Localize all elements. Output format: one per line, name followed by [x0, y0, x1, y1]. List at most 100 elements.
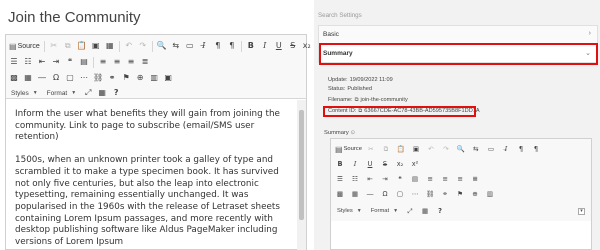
align-right-icon[interactable]: ≡: [126, 56, 136, 68]
maximize-icon[interactable]: ⤢: [405, 205, 415, 217]
globe-icon[interactable]: ⊕: [135, 72, 145, 84]
link-icon[interactable]: ⛓: [93, 72, 103, 84]
copy-icon[interactable]: ⧉: [63, 40, 73, 52]
align-right-icon[interactable]: ≡: [455, 173, 465, 185]
strikethrough-icon[interactable]: S: [380, 158, 390, 170]
template-icon[interactable]: ▥: [485, 188, 495, 200]
copy-icon[interactable]: ⧉: [381, 143, 391, 155]
rtl-icon[interactable]: ¶: [227, 40, 237, 52]
maximize-icon[interactable]: ⤢: [83, 87, 93, 99]
find-icon[interactable]: 🔍: [456, 143, 466, 155]
redo-icon[interactable]: ↷: [138, 40, 148, 52]
scrollbar-thumb[interactable]: [299, 110, 304, 220]
help-button[interactable]: ?: [111, 87, 121, 99]
blockquote-icon[interactable]: ❝: [65, 56, 75, 68]
format-dropdown[interactable]: Format ▼: [369, 206, 400, 217]
cut-icon[interactable]: ✂: [366, 143, 376, 155]
table-icon[interactable]: ▦: [23, 72, 33, 84]
styles-dropdown[interactable]: Styles ▼: [335, 206, 364, 217]
link-icon[interactable]: ⧉: [355, 97, 359, 103]
ltr-icon[interactable]: ¶: [516, 143, 526, 155]
align-justify-icon[interactable]: ≣: [140, 56, 150, 68]
redo-icon[interactable]: ↷: [441, 143, 451, 155]
italic-icon[interactable]: I: [260, 40, 270, 52]
indent-icon[interactable]: ⇥: [380, 173, 390, 185]
align-center-icon[interactable]: ≡: [440, 173, 450, 185]
summary-section-header[interactable]: Summary ⌄: [318, 44, 598, 63]
basic-section-header[interactable]: Basic ›: [318, 25, 598, 44]
remove-format-icon[interactable]: I̶: [501, 143, 511, 155]
paste-text-icon[interactable]: ▣: [411, 143, 421, 155]
paste-icon[interactable]: 📋: [77, 40, 87, 52]
template-icon[interactable]: ▥: [149, 72, 159, 84]
bold-icon[interactable]: B: [246, 40, 256, 52]
show-blocks-icon[interactable]: ▦: [97, 87, 107, 99]
editor-scrollbar[interactable]: [297, 100, 306, 250]
horizontal-line-icon[interactable]: ―: [37, 72, 47, 84]
replace-icon[interactable]: ⇆: [171, 40, 181, 52]
styles-dropdown[interactable]: Styles ▼: [9, 88, 40, 99]
search-settings-input[interactable]: Search Settings: [318, 12, 596, 19]
globe-icon[interactable]: ⊕: [470, 188, 480, 200]
align-center-icon[interactable]: ≡: [112, 56, 122, 68]
help-circle-icon[interactable]: ⊙: [350, 130, 355, 136]
bulleted-list-icon[interactable]: ☷: [23, 56, 33, 68]
indent-icon[interactable]: ⇥: [51, 56, 61, 68]
cut-icon[interactable]: ✂: [49, 40, 59, 52]
strikethrough-icon[interactable]: S: [288, 40, 298, 52]
align-left-icon[interactable]: ≡: [425, 173, 435, 185]
expand-toolbar-button[interactable]: ▾: [578, 208, 585, 215]
show-blocks-icon[interactable]: ▦: [420, 205, 430, 217]
copy-icon[interactable]: ⧉: [358, 108, 362, 114]
select-all-icon[interactable]: ▭: [486, 143, 496, 155]
page-break-icon[interactable]: ⋯: [410, 188, 420, 200]
anchor-icon[interactable]: ⚑: [455, 188, 465, 200]
editor-content[interactable]: Inform the user what benefits they will …: [6, 100, 296, 250]
superscript-icon[interactable]: x²: [410, 158, 420, 170]
bulleted-list-icon[interactable]: ☷: [350, 173, 360, 185]
table-icon[interactable]: ▦: [350, 188, 360, 200]
iframe-icon[interactable]: ▢: [65, 72, 75, 84]
paste-word-icon[interactable]: ▦: [105, 40, 115, 52]
outdent-icon[interactable]: ⇤: [37, 56, 47, 68]
subscript-icon[interactable]: x₂: [302, 40, 312, 52]
image-icon[interactable]: ▩: [335, 188, 345, 200]
special-char-icon[interactable]: Ω: [380, 188, 390, 200]
bold-icon[interactable]: B: [335, 158, 345, 170]
underline-icon[interactable]: U: [274, 40, 284, 52]
rtl-icon[interactable]: ¶: [531, 143, 541, 155]
replace-icon[interactable]: ⇆: [471, 143, 481, 155]
image-icon[interactable]: ▩: [9, 72, 19, 84]
anchor-icon[interactable]: ⚑: [121, 72, 131, 84]
div-icon[interactable]: ▤: [410, 173, 420, 185]
blockquote-icon[interactable]: ❝: [395, 173, 405, 185]
paste-icon[interactable]: 📋: [396, 143, 406, 155]
numbered-list-icon[interactable]: ☰: [9, 56, 19, 68]
unlink-icon[interactable]: ⚭: [440, 188, 450, 200]
select-all-icon[interactable]: ▭: [185, 40, 195, 52]
underline-icon[interactable]: U: [365, 158, 375, 170]
italic-icon[interactable]: I: [350, 158, 360, 170]
remove-format-icon[interactable]: I̶: [199, 40, 209, 52]
page-break-icon[interactable]: ⋯: [79, 72, 89, 84]
find-icon[interactable]: 🔍: [157, 40, 167, 52]
link-icon[interactable]: ⛓: [425, 188, 435, 200]
media-icon[interactable]: ▣: [163, 72, 173, 84]
align-justify-icon[interactable]: ≣: [470, 173, 480, 185]
unlink-icon[interactable]: ⚭: [107, 72, 117, 84]
numbered-list-icon[interactable]: ☰: [335, 173, 345, 185]
help-button[interactable]: ?: [435, 205, 445, 217]
ltr-icon[interactable]: ¶: [213, 40, 223, 52]
horizontal-line-icon[interactable]: ―: [365, 188, 375, 200]
subscript-icon[interactable]: x₂: [395, 158, 405, 170]
outdent-icon[interactable]: ⇤: [365, 173, 375, 185]
format-dropdown[interactable]: Format ▼: [45, 88, 79, 99]
source-button[interactable]: ▤ Source: [9, 42, 40, 51]
align-left-icon[interactable]: ≡: [98, 56, 108, 68]
paste-text-icon[interactable]: ▣: [91, 40, 101, 52]
special-char-icon[interactable]: Ω: [51, 72, 61, 84]
undo-icon[interactable]: ↶: [124, 40, 134, 52]
div-icon[interactable]: ▤: [79, 56, 89, 68]
source-button[interactable]: ▤ Source: [335, 145, 362, 154]
iframe-icon[interactable]: ▢: [395, 188, 405, 200]
